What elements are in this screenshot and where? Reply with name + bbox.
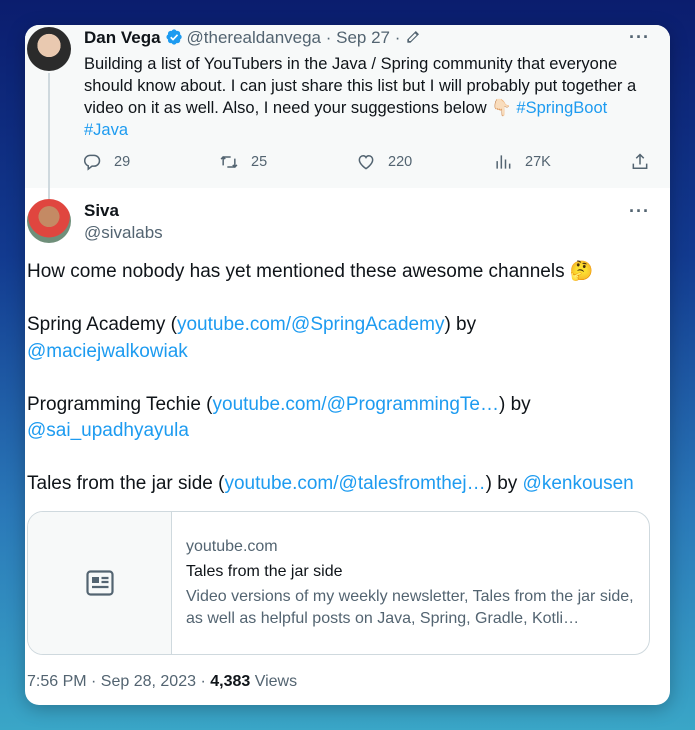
verified-badge-icon (165, 28, 183, 46)
reply-author-handle[interactable]: @sivalabs (84, 223, 163, 242)
reply-item-2: Programming Techie (youtube.com/@Program… (27, 392, 657, 445)
heart-icon (358, 154, 374, 170)
reply-icon (84, 154, 101, 171)
mention-kenkousen[interactable]: @kenkousen (523, 473, 634, 494)
mention-sai-upadhyayula[interactable]: @sai_upadhyayula (27, 420, 189, 441)
quoted-more-button[interactable]: ··· (629, 27, 650, 48)
retweet-icon (220, 155, 238, 169)
quoted-date[interactable]: · Sep 27 · (326, 28, 401, 47)
tweet-views-count: 4,383 (210, 673, 251, 690)
tweet-views-label: Views (250, 673, 298, 690)
link-preview-domain: youtube.com (186, 538, 278, 555)
hashtag-springboot[interactable]: #SpringBoot (516, 99, 607, 117)
hashtag-java[interactable]: #Java (84, 121, 128, 139)
reply-count: 29 (114, 154, 131, 170)
retweet-count: 25 (251, 154, 268, 170)
like-count: 220 (388, 154, 413, 170)
item3-text: Tales from the jar side ( (27, 473, 225, 494)
link-preview-description: Video versions of my weekly newsletter, … (186, 588, 634, 627)
reply-button[interactable]: 29 (82, 152, 130, 172)
link-programming-techie[interactable]: youtube.com/@ProgrammingTe… (213, 394, 499, 415)
quoted-author-name[interactable]: Dan Vega (84, 28, 161, 47)
avatar-siva[interactable] (27, 199, 71, 243)
quoted-actions: 29 25 220 27K (82, 152, 652, 176)
reply-more-button[interactable]: ··· (629, 201, 650, 222)
quoted-tweet[interactable]: Dan Vega @therealdanvega · Sep 27 · ··· B… (25, 25, 670, 188)
link-preview-body: youtube.com Tales from the jar side Vide… (186, 536, 641, 630)
reply-item-3: Tales from the jar side (youtube.com/@ta… (27, 471, 657, 498)
item3-by: ) by (485, 473, 523, 494)
item2-by: ) by (498, 393, 531, 415)
edited-pencil-icon (405, 28, 421, 47)
quoted-text: Building a list of YouTubers in the Java… (84, 53, 654, 141)
reply-item-1: Spring Academy (youtube.com/@SpringAcade… (27, 312, 657, 365)
mention-maciejwalkowiak[interactable]: @maciejwalkowiak (27, 341, 188, 362)
article-icon (85, 570, 114, 596)
reply-author-name-row: Siva (84, 201, 119, 221)
views-count: 27K (525, 154, 551, 170)
avatar-dan-vega[interactable] (27, 27, 71, 71)
tweet-timestamp[interactable]: 7:56 PM · Sep 28, 2023 · (27, 673, 210, 690)
item1-text: Spring Academy ( (27, 314, 177, 335)
item1-by: ) by (444, 314, 477, 335)
reply-author-name[interactable]: Siva (84, 201, 119, 220)
retweet-button[interactable]: 25 (219, 152, 267, 172)
analytics-icon (496, 155, 511, 169)
quoted-header: Dan Vega @therealdanvega · Sep 27 · (84, 28, 421, 48)
views-button[interactable]: 27K (493, 152, 551, 172)
thread-connector (48, 73, 50, 199)
reply-line-1: How come nobody has yet mentioned these … (27, 261, 594, 282)
tweet-meta: 7:56 PM · Sep 28, 2023 · 4,383 Views (27, 673, 297, 691)
quoted-author-handle[interactable]: @therealdanvega (187, 28, 321, 47)
link-spring-academy[interactable]: youtube.com/@SpringAcademy (177, 314, 444, 335)
share-icon (632, 153, 648, 169)
link-tales-from-jar-side[interactable]: youtube.com/@talesfromthej… (224, 473, 485, 494)
like-button[interactable]: 220 (356, 152, 412, 172)
link-preview-card[interactable]: youtube.com Tales from the jar side Vide… (27, 511, 650, 655)
tweet-card: Dan Vega @therealdanvega · Sep 27 · ··· B… (25, 25, 670, 705)
item2-text: Programming Techie ( (27, 393, 213, 415)
link-preview-title: Tales from the jar side (186, 563, 343, 580)
reply-author-handle-row: @sivalabs (84, 223, 163, 243)
share-button[interactable] (630, 152, 662, 172)
link-preview-thumbnail (28, 512, 172, 654)
reply-text: How come nobody has yet mentioned these … (27, 259, 657, 524)
